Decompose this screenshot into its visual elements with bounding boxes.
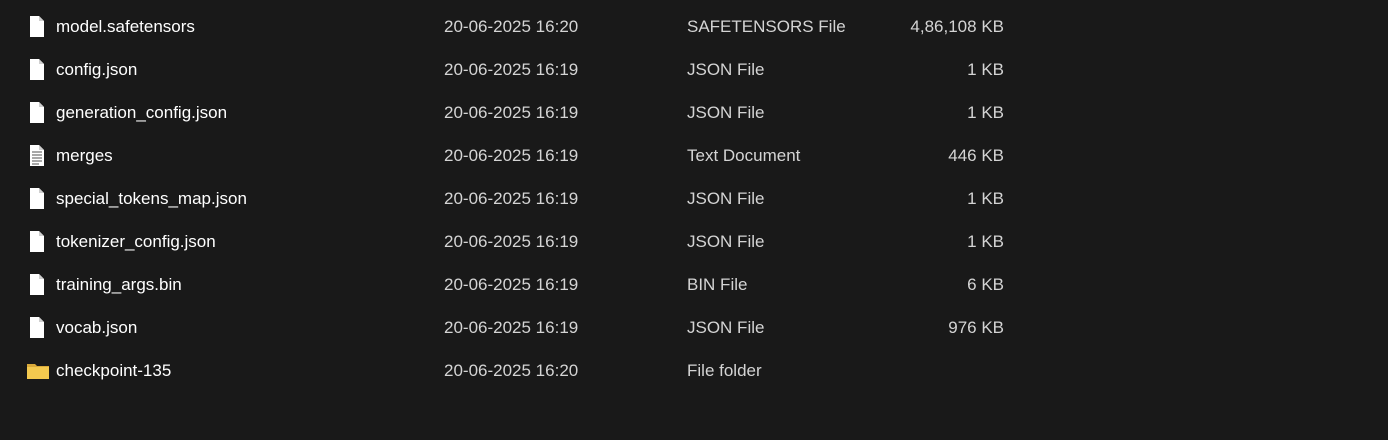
file-icon — [26, 230, 48, 254]
file-row[interactable]: training_args.bin 20-06-2025 16:19 BIN F… — [20, 265, 1020, 305]
file-size: 446 KB — [948, 146, 1004, 165]
folder-type: File folder — [687, 361, 762, 380]
file-size: 4,86,108 KB — [910, 17, 1004, 36]
file-size: 1 KB — [967, 103, 1004, 122]
file-row[interactable]: merges 20-06-2025 16:19 Text Document 44… — [20, 136, 1020, 176]
folder-row[interactable]: checkpoint-135 20-06-2025 16:20 File fol… — [20, 351, 1020, 391]
file-type: JSON File — [687, 189, 765, 208]
file-date-modified: 20-06-2025 16:19 — [444, 189, 579, 208]
file-date-modified: 20-06-2025 16:20 — [444, 17, 579, 36]
file-size: 1 KB — [967, 232, 1004, 251]
file-icon — [26, 316, 48, 340]
file-name: generation_config.json — [56, 103, 228, 122]
file-name: special_tokens_map.json — [56, 189, 247, 208]
file-icon — [26, 101, 48, 125]
file-date-modified: 20-06-2025 16:19 — [444, 146, 579, 165]
folder-name: checkpoint-135 — [56, 361, 172, 380]
text-document-icon — [26, 144, 48, 168]
file-icon — [26, 58, 48, 82]
file-size: 1 KB — [967, 60, 1004, 79]
folder-date-modified: 20-06-2025 16:20 — [444, 361, 579, 380]
file-row[interactable]: model.safetensors 20-06-2025 16:20 SAFET… — [20, 7, 1020, 47]
file-name: tokenizer_config.json — [56, 232, 216, 251]
file-date-modified: 20-06-2025 16:19 — [444, 103, 579, 122]
file-date-modified: 20-06-2025 16:19 — [444, 232, 579, 251]
file-icon — [26, 273, 48, 297]
file-name: config.json — [56, 60, 138, 79]
file-type: Text Document — [687, 146, 801, 165]
file-size: 6 KB — [967, 275, 1004, 294]
file-row[interactable]: config.json 20-06-2025 16:19 JSON File 1… — [20, 50, 1020, 90]
file-type: JSON File — [687, 103, 765, 122]
file-size: 1 KB — [967, 189, 1004, 208]
folder-icon — [26, 359, 49, 383]
file-row[interactable]: special_tokens_map.json 20-06-2025 16:19… — [20, 179, 1020, 219]
file-date-modified: 20-06-2025 16:19 — [444, 60, 579, 79]
file-name: model.safetensors — [56, 17, 195, 36]
file-row[interactable]: tokenizer_config.json 20-06-2025 16:19 J… — [20, 222, 1020, 262]
file-row[interactable]: generation_config.json 20-06-2025 16:19 … — [20, 93, 1020, 133]
file-type: JSON File — [687, 232, 765, 251]
file-size: 976 KB — [948, 318, 1004, 337]
file-type: JSON File — [687, 60, 765, 79]
file-name: training_args.bin — [56, 275, 182, 294]
file-name: merges — [56, 146, 113, 165]
file-type: SAFETENSORS File — [687, 17, 846, 36]
file-date-modified: 20-06-2025 16:19 — [444, 275, 579, 294]
file-icon — [26, 15, 48, 39]
file-list: model.safetensors 20-06-2025 16:20 SAFET… — [0, 0, 1388, 440]
file-icon — [26, 187, 48, 211]
file-type: BIN File — [687, 275, 748, 294]
file-row[interactable]: vocab.json 20-06-2025 16:19 JSON File 97… — [20, 308, 1020, 348]
file-type: JSON File — [687, 318, 765, 337]
folder-size — [880, 351, 1004, 391]
file-date-modified: 20-06-2025 16:19 — [444, 318, 579, 337]
file-name: vocab.json — [56, 318, 138, 337]
